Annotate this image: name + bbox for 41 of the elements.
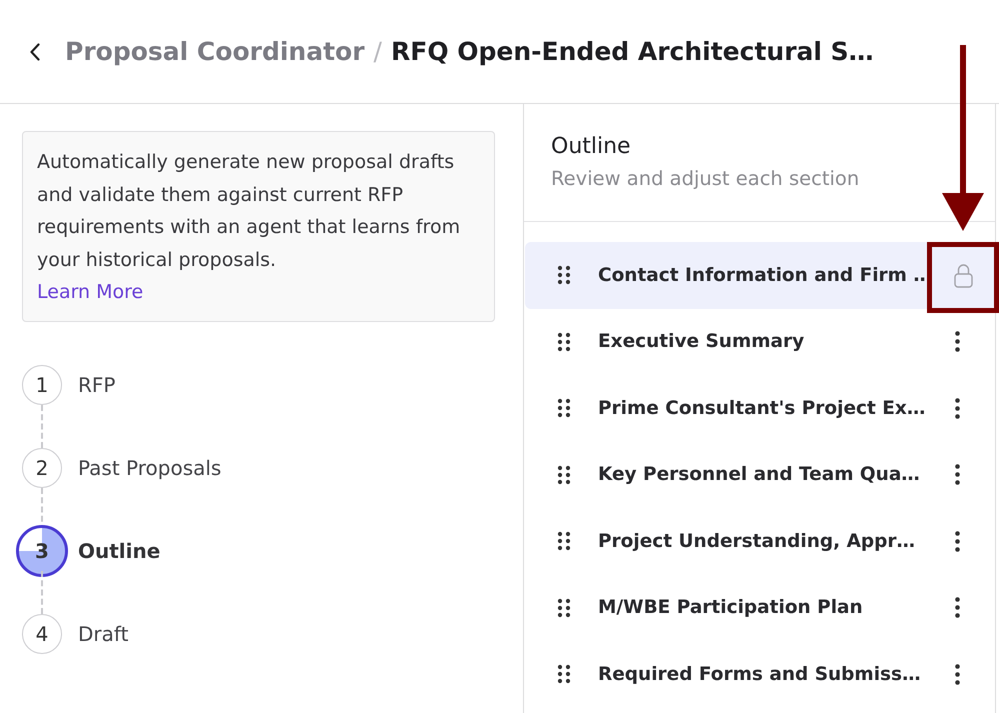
drag-handle-icon — [557, 332, 571, 352]
section-title: Required Forms and Submiss… — [598, 664, 922, 685]
drag-handle-icon — [557, 398, 571, 418]
learn-more-link[interactable]: Learn More — [37, 276, 144, 308]
more-options-icon[interactable] — [954, 464, 960, 486]
step-number: 4 — [36, 622, 48, 646]
more-options-icon[interactable] — [954, 664, 960, 685]
more-options-icon[interactable] — [954, 530, 960, 552]
section-row[interactable]: Prime Consultant's Project Ex… — [525, 375, 995, 442]
section-row[interactable]: Key Personnel and Team Qua… — [525, 442, 995, 508]
drag-handle-icon — [557, 265, 571, 286]
section-title: Prime Consultant's Project Ex… — [598, 398, 926, 419]
section-title: Executive Summary — [598, 331, 806, 352]
section-title: Project Understanding, Appr… — [598, 530, 916, 552]
chevron-left-icon — [30, 42, 40, 60]
step-label[interactable]: RFP — [78, 372, 116, 396]
page-title: RFQ Open-Ended Architectural S… — [390, 37, 874, 66]
step-number: 3 — [35, 538, 49, 562]
more-options-icon[interactable] — [954, 331, 960, 352]
step-label[interactable]: Draft — [78, 622, 128, 646]
step-number: 2 — [36, 456, 48, 480]
drag-handle-icon — [557, 531, 571, 552]
section-row[interactable]: Required Forms and Submiss… — [525, 641, 995, 708]
panel-title: Outline — [551, 133, 632, 161]
more-options-icon[interactable] — [954, 398, 960, 419]
breadcrumb-separator: / — [374, 37, 382, 66]
section-row[interactable]: Executive Summary — [525, 308, 995, 375]
step-label[interactable]: Past Proposals — [78, 456, 222, 480]
drag-handle-icon — [557, 464, 571, 485]
breadcrumb-link[interactable]: Proposal Coordinator — [65, 37, 365, 66]
panel-subtitle: Review and adjust each section — [551, 166, 860, 192]
section-row[interactable]: Project Understanding, Appr… — [525, 508, 995, 574]
more-options-icon[interactable] — [954, 597, 960, 618]
drag-handle-icon — [557, 598, 571, 618]
section-title: M/WBE Participation Plan — [598, 597, 864, 618]
step-number: 1 — [36, 372, 48, 396]
drag-handle-icon — [557, 664, 571, 684]
section-row[interactable]: M/WBE Participation Plan — [525, 574, 995, 641]
info-description: Automatically generate new proposal drafts and validate them against current RFP requirements with an agent that learns from your historical proposals. — [37, 150, 462, 272]
section-title: Key Personnel and Team Qua… — [598, 464, 921, 486]
step-label[interactable]: Outline — [78, 538, 160, 562]
